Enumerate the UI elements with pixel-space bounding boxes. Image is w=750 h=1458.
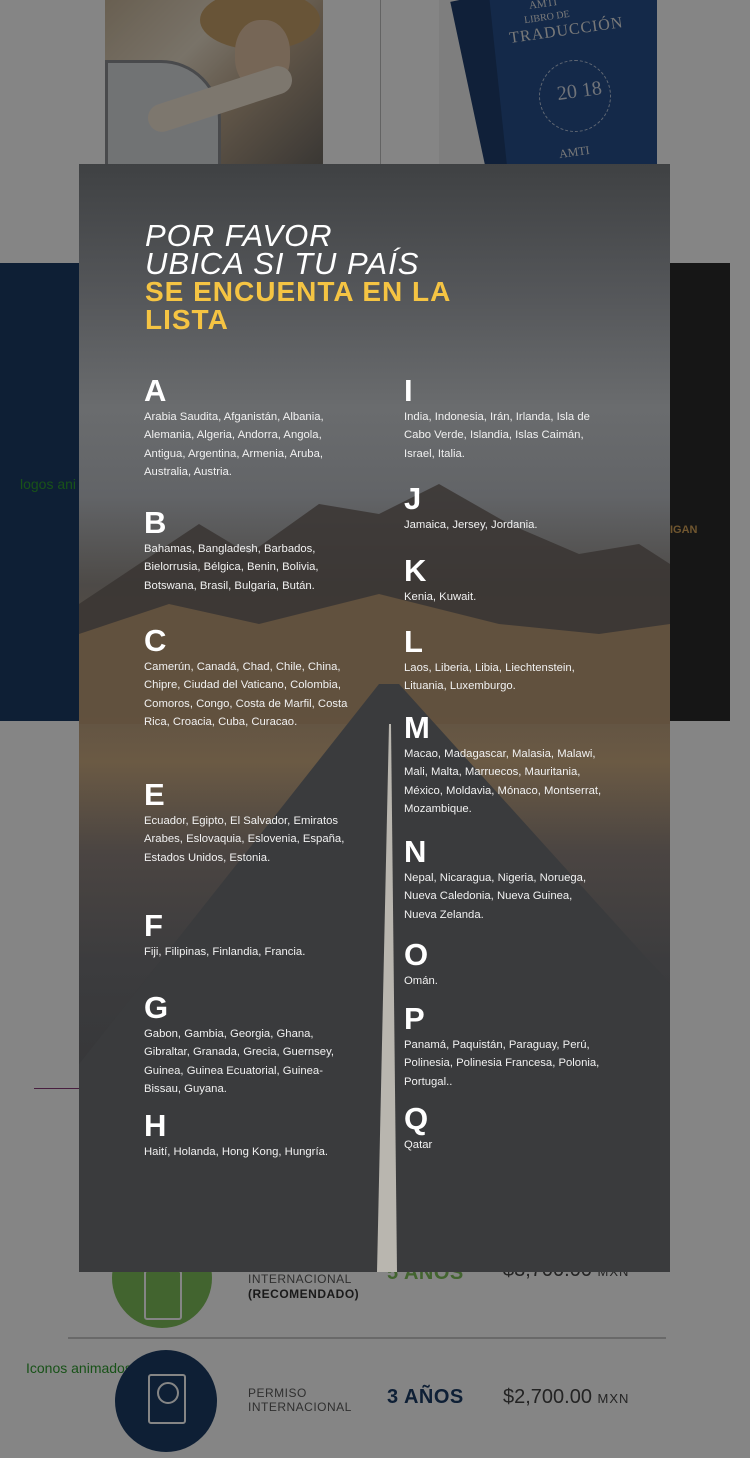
country-group-h: H Haití, Holanda, Hong Kong, Hungría. [144,1108,349,1161]
group-letter: K [404,553,427,588]
group-countries: Nepal, Nicaragua, Nigeria, Noruega, Nuev… [404,872,587,921]
group-countries: Panamá, Paquistán, Paraguay, Perú, Polin… [404,1039,600,1088]
group-letter: P [404,1001,425,1036]
group-countries: Camerún, Canadá, Chad, Chile, China, Chi… [144,661,348,728]
group-letter: F [144,908,163,943]
country-group-g: G Gabon, Gambia, Georgia, Ghana, Gibralt… [144,990,349,1098]
group-letter: E [144,777,165,812]
country-group-k: K Kenia, Kuwait. [404,553,602,606]
country-group-q: Q Qatar [404,1101,602,1154]
group-letter: I [404,373,413,408]
country-group-f: F Fiji, Filipinas, Finlandia, Francia. [144,908,349,961]
title-line-2: UBICA SI TU PAÍS [145,246,420,281]
group-countries: Arabia Saudita, Afganistán, Albania, Ale… [144,411,324,478]
title-line-3: SE ENCUENTA EN LA [145,276,452,307]
country-group-j: J Jamaica, Jersey, Jordania. [404,481,602,534]
group-countries: Gabon, Gambia, Georgia, Ghana, Gibraltar… [144,1028,335,1095]
group-countries: Bahamas, Bangladesh, Barbados, Bielorrus… [144,543,319,592]
country-list-modal: POR FAVOR UBICA SI TU PAÍS SE ENCUENTA E… [79,164,670,1272]
group-letter: H [144,1108,167,1143]
title-line-4: LISTA [145,304,229,335]
group-countries: Fiji, Filipinas, Finlandia, Francia. [144,946,306,958]
group-letter: L [404,624,423,659]
group-letter: G [144,990,169,1025]
modal-title: POR FAVOR UBICA SI TU PAÍS SE ENCUENTA E… [145,220,452,335]
country-group-m: M Macao, Madagascar, Malasia, Malawi, Ma… [404,710,602,818]
country-group-e: E Ecuador, Egipto, El Salvador, Emiratos… [144,777,349,867]
group-countries: Macao, Madagascar, Malasia, Malawi, Mali… [404,748,602,815]
group-letter: Q [404,1101,429,1136]
group-letter: A [144,373,167,408]
group-countries: Laos, Liberia, Libia, Liechtenstein, Lit… [404,662,575,693]
country-group-b: B Bahamas, Bangladesh, Barbados, Bielorr… [144,505,349,595]
group-letter: N [404,834,427,869]
group-countries: Jamaica, Jersey, Jordania. [404,519,538,531]
country-group-c: C Camerún, Canadá, Chad, Chile, China, C… [144,623,349,731]
country-group-l: L Laos, Liberia, Libia, Liechtenstein, L… [404,624,602,696]
group-countries: Qatar [404,1139,433,1151]
group-countries: Kenia, Kuwait. [404,591,477,603]
group-countries: Ecuador, Egipto, El Salvador, Emiratos A… [144,815,345,864]
country-group-n: N Nepal, Nicaragua, Nigeria, Noruega, Nu… [404,834,602,924]
group-countries: India, Indonesia, Irán, Irlanda, Isla de… [404,411,590,460]
country-group-o: O Omán. [404,937,602,990]
group-letter: M [404,710,430,745]
group-letter: C [144,623,167,658]
group-letter: J [404,481,422,516]
country-group-i: I India, Indonesia, Irán, Irlanda, Isla … [404,373,602,463]
group-letter: O [404,937,429,972]
group-letter: B [144,505,167,540]
group-countries: Haití, Holanda, Hong Kong, Hungría. [144,1146,328,1158]
country-group-p: P Panamá, Paquistán, Paraguay, Perú, Pol… [404,1001,602,1091]
country-group-a: A Arabia Saudita, Afganistán, Albania, A… [144,373,349,481]
group-countries: Omán. [404,975,438,987]
